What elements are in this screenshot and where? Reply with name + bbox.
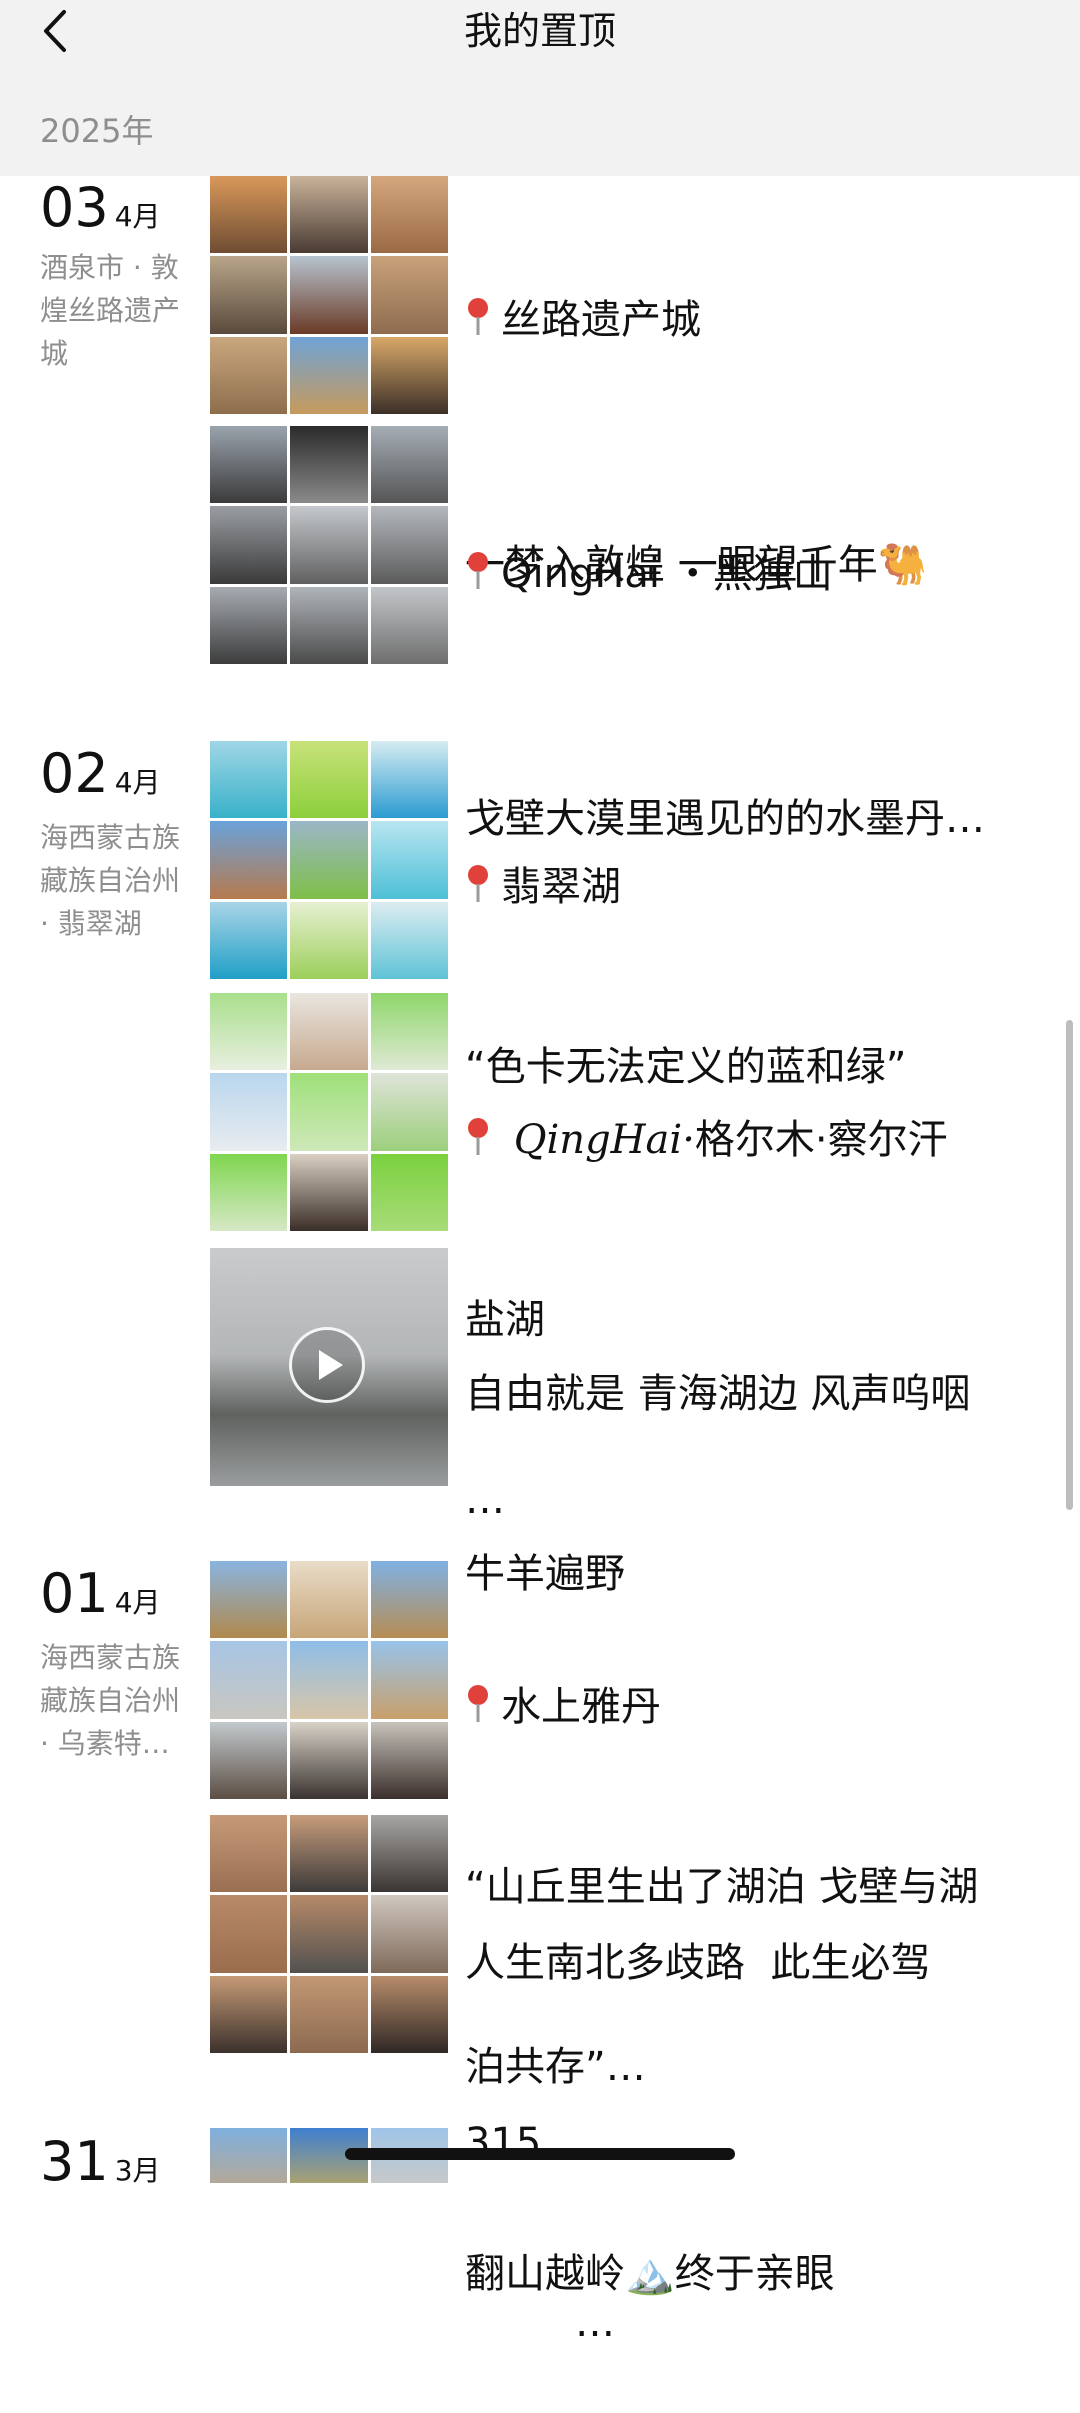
post-thumbnail-grid[interactable] [210,176,448,414]
scrollbar[interactable] [1066,1020,1073,1510]
date-label: 02 4月 [40,744,161,804]
day-number: 31 [40,2130,109,2193]
date-label: 31 3月 [40,2132,161,2192]
year-section-header: 2025年 [0,84,1080,176]
month-label: 4月 [114,1586,161,1619]
post-title: QingHai ・黑独山 [501,551,833,597]
year-label: 2025年 [40,112,154,150]
post-caption: 自由就是 青海湖边 风声呜咽 [465,1371,971,1417]
home-indicator[interactable] [345,2148,735,2160]
location-pin-icon [465,1681,491,1722]
post-video-thumbnail[interactable] [210,1248,448,1486]
day-number: 02 [40,742,109,805]
post-thumbnail-grid[interactable] [210,741,448,979]
date-label: 01 4月 [40,1564,161,1624]
location-label: 海西蒙古族藏族自治州 · 乌素特… [40,1641,181,1760]
post-text[interactable]: 翻山越岭🏔️终于亲眼 [465,2124,1025,2364]
day-number: 01 [40,1562,109,1625]
location-label: 酒泉市 · 敦煌丝路遗产城 [40,251,181,370]
post-title: 翡翠湖 [501,864,621,910]
location-pin-icon [465,294,491,335]
month-label: 3月 [114,2154,161,2187]
post-caption: 人生南北多歧路 此生必驾 [465,1940,931,1986]
post-caption: 翻山越岭🏔️终于亲眼 [465,2251,835,2297]
post-title: 丝路遗产城 [501,297,701,343]
page-title: 我的置顶 [463,9,616,53]
post-title-italic: QingHai· [513,1117,695,1163]
location-label: 海西蒙古族藏族自治州 · 翡翠湖 [40,821,181,940]
location-pin-icon [465,548,491,589]
navigation-bar: 我的置顶 [0,0,1080,85]
date-label: 03 4月 [40,178,161,238]
day-number: 03 [40,176,109,239]
month-label: 4月 [114,766,161,799]
post-thumbnail-grid[interactable] [210,1815,448,2053]
post-thumbnail-grid[interactable] [210,993,448,1231]
post-thumbnail-grid[interactable] [210,426,448,664]
post-title: 水上雅丹 [501,1684,661,1730]
play-icon[interactable] [289,1327,365,1403]
post-thumbnail-grid[interactable] [210,1561,448,1799]
location-pin-icon [465,861,491,902]
post-title: 格尔木·察尔汗 [694,1117,948,1163]
month-label: 4月 [114,200,161,233]
location-pin-icon [465,1114,491,1155]
